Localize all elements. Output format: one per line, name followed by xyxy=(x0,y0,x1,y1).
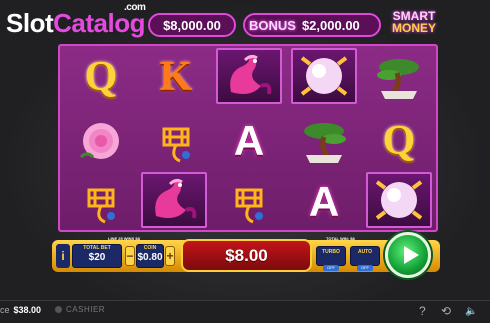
turbo-label: TURBO xyxy=(322,249,340,255)
win-amount: $8.00 xyxy=(225,245,268,265)
pearl-icon xyxy=(375,180,423,220)
coin-label: COIN xyxy=(143,245,157,251)
logo-com-text: .com xyxy=(124,2,146,13)
bonsai-icon xyxy=(377,59,419,99)
reel-symbol-k: K xyxy=(143,49,209,105)
jackpot-main-value: $8,000.00 xyxy=(163,17,221,33)
reel-symbol-a: A xyxy=(216,113,282,169)
reel-symbol-knot-3 xyxy=(216,174,282,230)
autoplay-toggle[interactable]: AUTO OFF xyxy=(350,246,380,271)
flamingo-icon xyxy=(155,178,197,219)
letter-a-symbol: A xyxy=(233,117,265,164)
flamingo-icon xyxy=(230,54,272,95)
peony-flower-icon xyxy=(79,123,119,159)
letter-q-symbol: Q xyxy=(382,118,416,164)
total-bet-label: TOTAL BET xyxy=(83,245,111,251)
auto-label: AUTO xyxy=(357,249,373,255)
jackpot-bonus: BONUS $2,000.00 xyxy=(243,13,381,37)
balance-display: ce $38.00 xyxy=(0,305,41,315)
turbo-state: OFF xyxy=(323,265,339,271)
reel-symbol-bonsai-2 xyxy=(291,113,357,169)
history-icon[interactable]: ⟲ xyxy=(441,304,451,318)
coin-value-display: COIN $0.80 xyxy=(136,244,164,268)
bonus-value: $2,000.00 xyxy=(301,17,360,33)
cashier-button[interactable]: CASHIER xyxy=(66,305,105,314)
pearl-icon xyxy=(300,56,348,96)
reel-symbol-flamingo-2 xyxy=(141,172,207,228)
auto-state: OFF xyxy=(357,265,373,271)
sound-icon[interactable]: 🔈 xyxy=(465,306,477,317)
reel-symbol-q-2: Q xyxy=(366,113,432,169)
reel-symbol-a-2: A xyxy=(291,174,357,230)
reel-grid: Q K A Q A xyxy=(58,44,438,232)
bonsai-icon xyxy=(304,123,346,163)
cashier-icon xyxy=(55,306,62,313)
chinese-knot-icon xyxy=(235,188,263,224)
spin-button[interactable] xyxy=(385,232,431,278)
coin-increase-button[interactable]: + xyxy=(165,246,175,266)
jackpot-main: $8,000.00 xyxy=(148,13,236,37)
help-icon[interactable]: ? xyxy=(419,304,426,318)
win-amount-display: $8.00 xyxy=(181,239,312,272)
logo-slot-text: Slot xyxy=(6,8,54,38)
balance-value: $38.00 xyxy=(13,305,42,315)
reel-symbol-knot xyxy=(143,113,209,169)
reel-symbol-knot-2 xyxy=(68,174,134,230)
total-bet-value: $20 xyxy=(88,252,106,263)
chinese-knot-icon xyxy=(87,188,115,224)
turbo-toggle[interactable]: TURBO OFF xyxy=(316,246,346,271)
letter-a-symbol: A xyxy=(308,178,340,225)
reel-symbol-pearl-2 xyxy=(366,172,432,228)
reel-symbol-flamingo xyxy=(216,48,282,104)
coin-value: $0.80 xyxy=(137,252,163,263)
play-icon xyxy=(404,246,419,264)
site-logo: SlotCatalog .com xyxy=(6,2,146,39)
chinese-knot-icon xyxy=(162,127,190,163)
bonus-label: BONUS xyxy=(249,17,296,33)
reel-symbol-bonsai xyxy=(366,49,432,105)
letter-k-symbol: K xyxy=(159,54,193,100)
coin-decrease-button[interactable]: − xyxy=(125,246,135,266)
reel-symbol-flower xyxy=(68,113,134,169)
letter-q-symbol: Q xyxy=(84,54,118,100)
total-bet-display[interactable]: TOTAL BET $20 xyxy=(72,244,122,268)
money-label: MONEY xyxy=(391,21,436,35)
reel-symbol-q: Q xyxy=(68,49,134,105)
info-button[interactable]: i xyxy=(56,244,70,268)
balance-label: ce xyxy=(0,305,10,315)
reel-symbol-pearl xyxy=(291,48,357,104)
smart-money-logo: SMART MONEY xyxy=(384,10,444,34)
